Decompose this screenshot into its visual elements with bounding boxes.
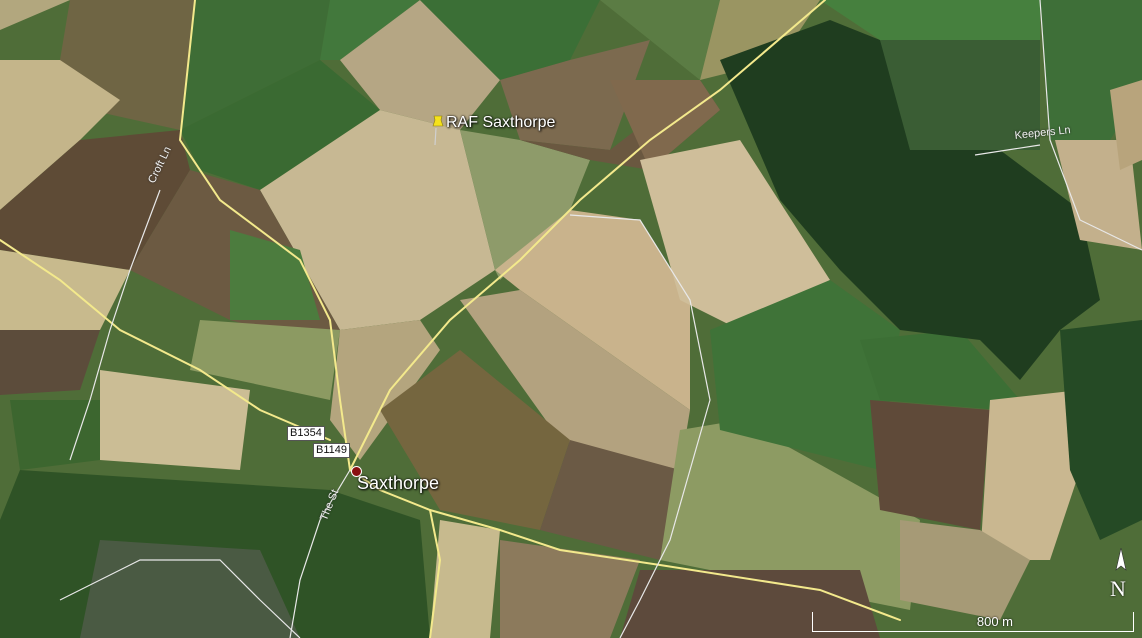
scale-label: 800 m — [976, 614, 1013, 629]
satellite-imagery — [0, 0, 1142, 638]
placemark-village-label[interactable]: Saxthorpe — [357, 473, 439, 494]
scale-bar: 800 m — [812, 612, 1134, 632]
road-shield-b1354: B1354 — [287, 426, 325, 441]
map-view[interactable]: RAF Saxthorpe Saxthorpe B1354 B1149 Crof… — [0, 0, 1142, 638]
pushpin-icon[interactable] — [430, 114, 446, 146]
placemark-raf-label[interactable]: RAF Saxthorpe — [446, 114, 555, 132]
compass-north-label: N — [1110, 576, 1126, 601]
road-shield-b1149: B1149 — [313, 443, 350, 458]
compass-icon[interactable]: N — [1106, 547, 1136, 606]
